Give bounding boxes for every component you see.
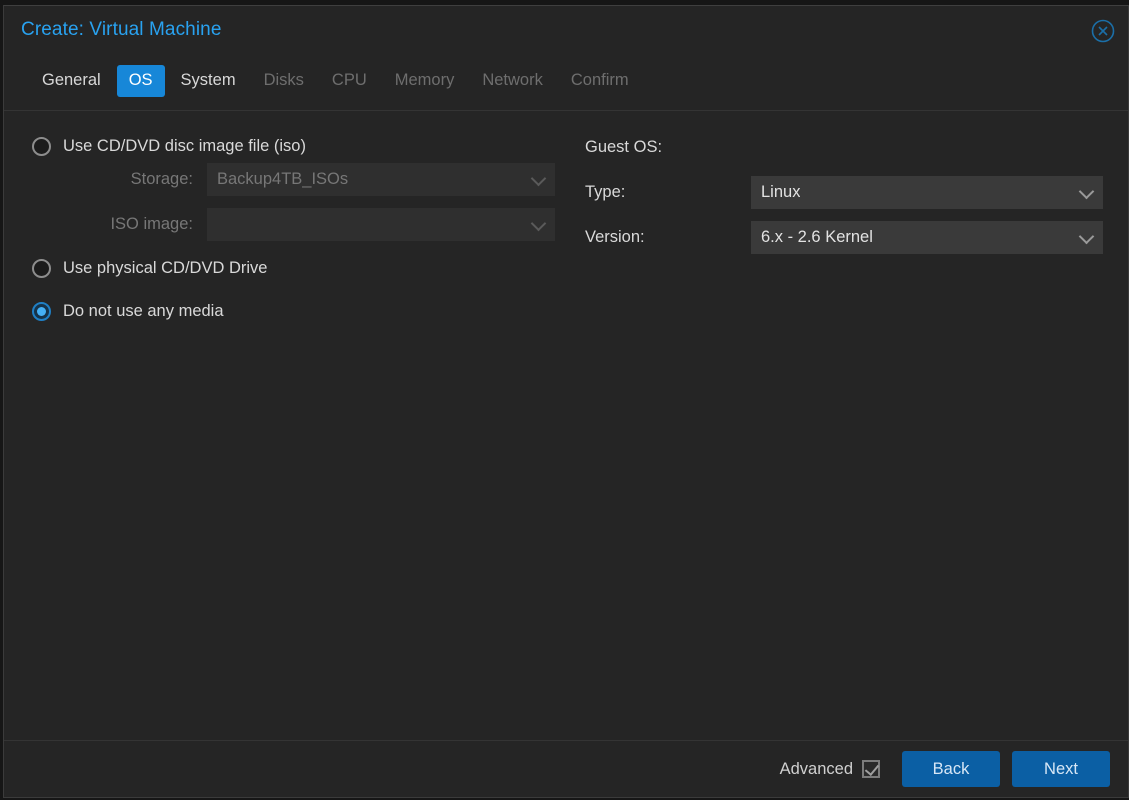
advanced-checkbox[interactable]: [862, 760, 880, 778]
tab-system[interactable]: System: [169, 65, 248, 97]
advanced-label: Advanced: [779, 759, 853, 778]
os-version-label: Version:: [585, 228, 645, 246]
iso-image-label: ISO image:: [110, 215, 193, 233]
chevron-down-icon: [1078, 228, 1095, 244]
chevron-down-icon: [530, 215, 547, 231]
chevron-down-icon: [1078, 183, 1095, 199]
radio-no-media[interactable]: Do not use any media: [32, 296, 567, 326]
radio-label-iso: Use CD/DVD disc image file (iso): [63, 136, 306, 155]
tab-confirm: Confirm: [570, 71, 629, 90]
storage-label: Storage:: [130, 170, 193, 188]
iso-image-select: [207, 208, 555, 241]
os-type-label: Type:: [585, 183, 626, 201]
chevron-down-icon: [530, 170, 547, 186]
radio-indicator-no-media: [32, 301, 51, 321]
guest-os-heading-row: Guest OS:: [585, 131, 1105, 164]
create-virtual-machine-dialog: Create: Virtual Machine General OS Syste…: [3, 5, 1129, 798]
media-source-section: Use CD/DVD disc image file (iso) Storage…: [32, 131, 567, 328]
tab-memory: Memory: [394, 71, 455, 90]
storage-row: Storage: Backup4TB_ISOs: [32, 163, 567, 196]
close-icon[interactable]: [1091, 19, 1115, 43]
radio-indicator-iso: [32, 136, 51, 156]
radio-use-physical-drive[interactable]: Use physical CD/DVD Drive: [32, 253, 567, 283]
storage-select-value: Backup4TB_ISOs: [217, 170, 349, 188]
os-version-select-value: 6.x - 2.6 Kernel: [761, 228, 873, 246]
os-type-select[interactable]: Linux: [751, 176, 1103, 209]
radio-use-iso-file[interactable]: Use CD/DVD disc image file (iso): [32, 131, 567, 161]
os-version-row: Version: 6.x - 2.6 Kernel: [585, 221, 1105, 254]
tab-disks: Disks: [263, 71, 304, 90]
tab-os[interactable]: OS: [116, 65, 165, 97]
wizard-tab-bar: General OS System Disks CPU Memory Netwo…: [4, 52, 1128, 111]
dialog-titlebar: Create: Virtual Machine: [4, 6, 1128, 52]
radio-label-no-media: Do not use any media: [63, 301, 224, 320]
storage-select: Backup4TB_ISOs: [207, 163, 555, 196]
tab-general[interactable]: General: [30, 65, 113, 97]
guest-os-section: Guest OS: Type: Linux Version: 6.x - 2.6…: [585, 131, 1105, 266]
dialog-title: Create: Virtual Machine: [21, 19, 222, 40]
back-button[interactable]: Back: [902, 751, 1000, 787]
radio-label-physical: Use physical CD/DVD Drive: [63, 258, 268, 277]
os-type-row: Type: Linux: [585, 176, 1105, 209]
dialog-body: Use CD/DVD disc image file (iso) Storage…: [4, 111, 1128, 740]
os-version-select[interactable]: 6.x - 2.6 Kernel: [751, 221, 1103, 254]
tab-network: Network: [482, 71, 543, 90]
dialog-footer: Advanced Back Next: [4, 740, 1128, 797]
radio-indicator-physical: [32, 258, 51, 278]
iso-image-row: ISO image:: [32, 208, 567, 241]
advanced-toggle[interactable]: Advanced: [780, 760, 880, 779]
tab-cpu: CPU: [331, 71, 367, 90]
os-type-select-value: Linux: [761, 183, 801, 201]
next-button[interactable]: Next: [1012, 751, 1110, 787]
guest-os-heading: Guest OS:: [585, 138, 663, 156]
